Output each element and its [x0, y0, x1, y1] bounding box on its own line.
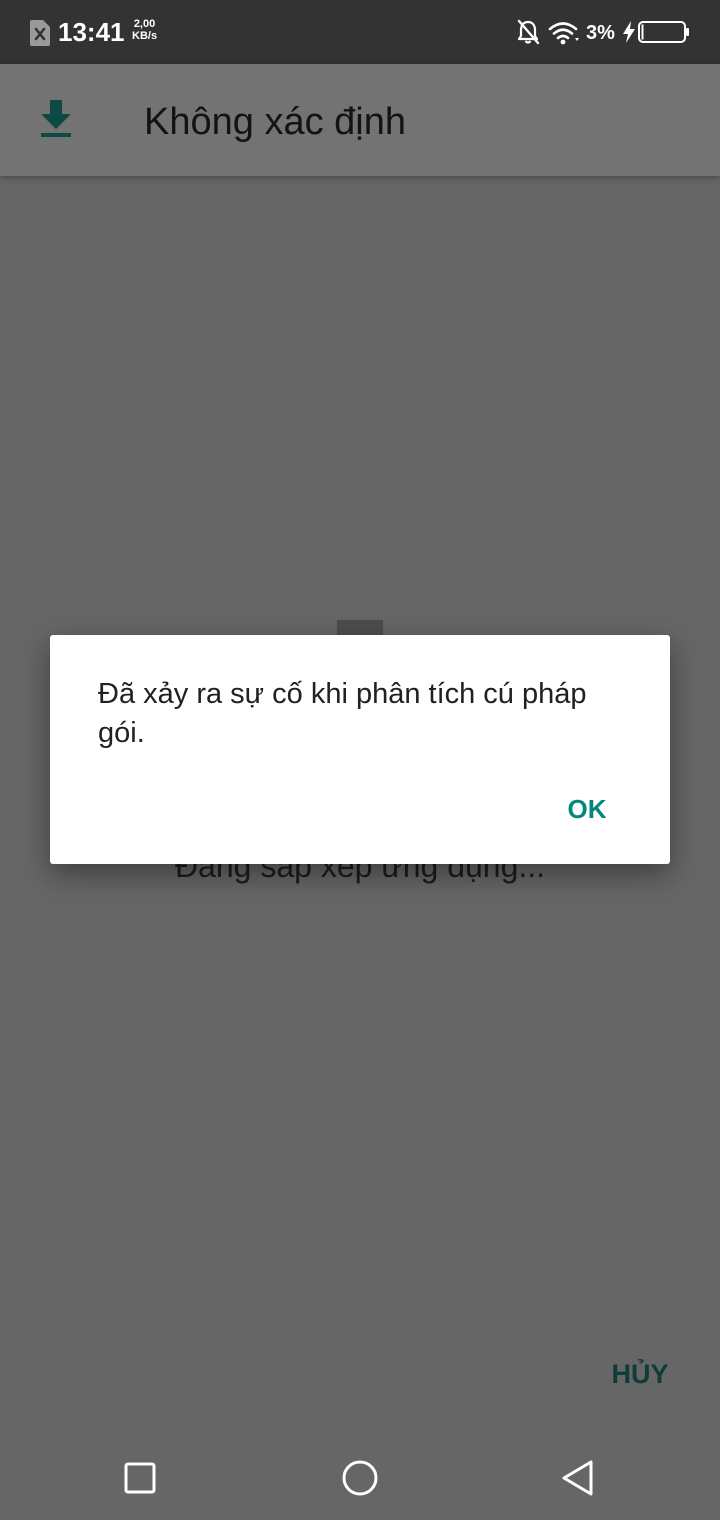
recents-icon[interactable] [122, 1460, 158, 1496]
error-dialog: Đã xảy ra sự cố khi phân tích cú pháp gó… [50, 635, 670, 864]
dialog-message: Đã xảy ra sự cố khi phân tích cú pháp gó… [98, 678, 587, 749]
back-icon[interactable] [558, 1458, 598, 1498]
clock: 13:41 [58, 17, 125, 47]
bell-off-icon [517, 19, 540, 45]
battery-icon [638, 21, 689, 43]
wifi-icon [548, 22, 579, 45]
network-speed-value: 2,00 [133, 18, 156, 30]
cancel-button[interactable]: HỦY [594, 1352, 686, 1396]
page-title: Không xác định [144, 101, 406, 143]
network-speed-unit: KB/s [132, 30, 158, 42]
charging-bolt-icon [623, 21, 635, 43]
ok-button[interactable]: OK [554, 785, 620, 833]
download-icon [41, 100, 71, 137]
home-icon[interactable] [340, 1458, 380, 1498]
network-speed: 2,00 KB/s [132, 18, 157, 42]
navigation-bar [0, 1436, 720, 1520]
sim-error-icon [30, 20, 50, 46]
status-bar: 13:41 2,00 KB/s 3% [0, 0, 720, 64]
app-bar: Không xác định [0, 64, 720, 176]
battery-percent: 3% [586, 22, 615, 44]
